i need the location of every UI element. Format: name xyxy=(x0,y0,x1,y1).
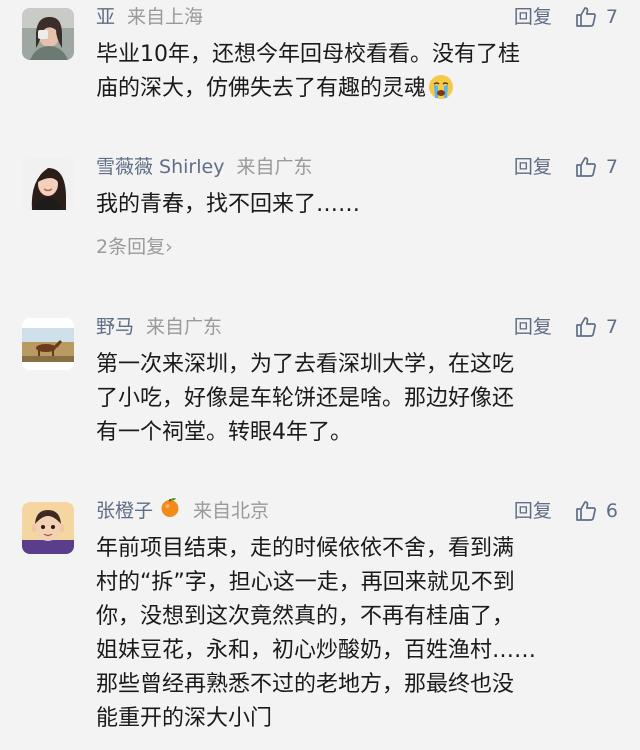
reply-button[interactable]: 回复 xyxy=(514,2,552,32)
comment-actions: 回复 7 xyxy=(514,2,618,32)
tangerine-icon xyxy=(159,496,181,527)
ip-location: 来自广东 xyxy=(146,316,223,338)
comment-actions: 回复 6 xyxy=(514,496,618,526)
avatar[interactable] xyxy=(22,158,74,210)
reply-button[interactable]: 回复 xyxy=(514,496,552,526)
like-count: 7 xyxy=(605,6,618,28)
view-replies-link[interactable]: 2条回复› xyxy=(96,232,173,262)
comment-text-content: 第一次来深圳，为了去看深圳大学，在这吃 了小吃，好像是车轮饼还是啥。那边好像还 … xyxy=(96,352,515,445)
avatar[interactable] xyxy=(22,502,74,554)
thumbs-up-icon xyxy=(576,317,596,337)
comment-header: 张橙子 来自北京 xyxy=(96,496,269,526)
user-name[interactable]: 野马 xyxy=(96,316,134,338)
like-count: 6 xyxy=(605,500,618,522)
ip-location: 来自上海 xyxy=(127,6,204,28)
like-button[interactable]: 7 xyxy=(574,5,618,29)
reply-button[interactable]: 回复 xyxy=(514,152,552,182)
ip-location: 来自北京 xyxy=(193,500,270,522)
comment-actions: 回复 7 xyxy=(514,152,618,182)
user-name[interactable]: 雪薇薇 Shirley xyxy=(96,156,224,178)
crying-face-icon xyxy=(428,74,454,111)
like-count: 7 xyxy=(605,156,618,178)
comment-actions: 回复 7 xyxy=(514,312,618,342)
comment-header: 雪薇薇 Shirley 来自广东 xyxy=(96,152,312,182)
thumbs-up-icon xyxy=(576,157,596,177)
comment-text: 我的青春，找不回来了…… xyxy=(96,188,616,222)
comment-header: 亚来自上海 xyxy=(96,2,203,32)
ip-location: 来自广东 xyxy=(236,156,313,178)
comment-text-content: 毕业10年，还想今年回母校看看。没有了桂 庙的深大，仿佛失去了有趣的灵魂 xyxy=(96,42,520,101)
comment-header: 野马 来自广东 xyxy=(96,312,222,342)
like-count: 7 xyxy=(605,316,618,338)
comment-text: 毕业10年，还想今年回母校看看。没有了桂 庙的深大，仿佛失去了有趣的灵魂 xyxy=(96,38,616,111)
like-button[interactable]: 6 xyxy=(574,499,618,523)
user-name[interactable]: 张橙子 xyxy=(96,500,153,522)
avatar[interactable] xyxy=(22,8,74,60)
comment-text: 第一次来深圳，为了去看深圳大学，在这吃 了小吃，好像是车轮饼还是啥。那边好像还 … xyxy=(96,348,616,450)
comment-text-content: 我的青春，找不回来了…… xyxy=(96,192,361,217)
like-button[interactable]: 7 xyxy=(574,155,618,179)
avatar[interactable] xyxy=(22,318,74,370)
thumbs-up-icon xyxy=(576,501,596,521)
reply-button[interactable]: 回复 xyxy=(514,312,552,342)
like-button[interactable]: 7 xyxy=(574,315,618,339)
thumbs-up-icon xyxy=(576,7,596,27)
comment-text-content: 年前项目结束，走的时候依依不舍，看到满 村的“拆”字，担心这一走，再回来就见不到… xyxy=(96,536,537,731)
comment-text: 年前项目结束，走的时候依依不舍，看到满 村的“拆”字，担心这一走，再回来就见不到… xyxy=(96,532,616,736)
user-name[interactable]: 亚 xyxy=(96,6,115,28)
